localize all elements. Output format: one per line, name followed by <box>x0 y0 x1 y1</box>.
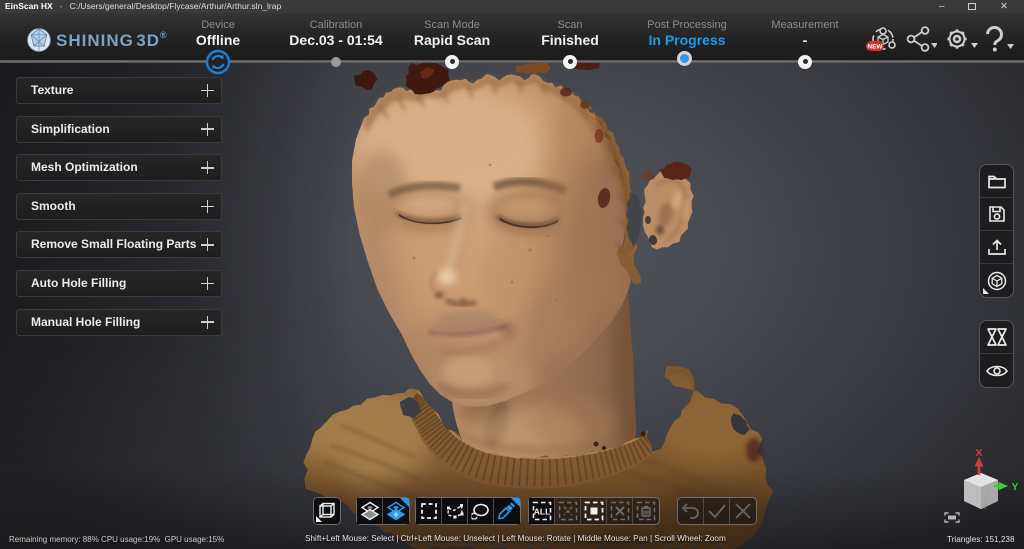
svg-text:NEW: NEW <box>867 44 883 51</box>
svg-text:Y: Y <box>1011 481 1018 493</box>
svg-text:ALL: ALL <box>533 507 550 517</box>
svg-text:X: X <box>975 447 982 459</box>
